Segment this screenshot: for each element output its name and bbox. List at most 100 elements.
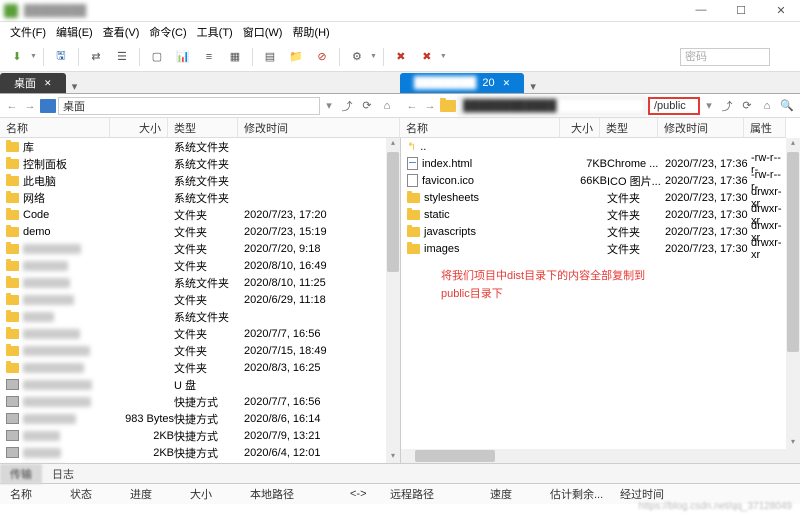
col-type[interactable]: 类型 <box>168 118 238 138</box>
table-row[interactable]: demo文件夹2020/7/23, 15:19 <box>0 223 400 240</box>
home-icon[interactable]: ⌂ <box>378 97 396 115</box>
folder-icon[interactable] <box>440 100 456 112</box>
scroll-up-icon[interactable]: ▴ <box>386 138 400 150</box>
table-row[interactable]: 文件夹2020/7/15, 18:49 <box>0 342 400 359</box>
table-row[interactable]: 2KB快捷方式2020/6/4, 12:01 <box>0 444 400 461</box>
menu-window[interactable]: 窗口(W) <box>239 22 287 42</box>
scroll-up-icon[interactable]: ▴ <box>786 138 800 150</box>
table-row[interactable]: 此电脑系统文件夹 <box>0 172 400 189</box>
local-pane[interactable]: 库系统文件夹控制面板系统文件夹此电脑系统文件夹网络系统文件夹Code文件夹202… <box>0 138 400 463</box>
square-icon[interactable]: ▢ <box>146 46 168 68</box>
col-size[interactable]: 大小 <box>110 118 168 138</box>
gear-icon[interactable]: ⚙ <box>346 46 368 68</box>
col-mtime[interactable]: 修改时间 <box>658 118 744 138</box>
scroll-thumb[interactable] <box>787 152 799 352</box>
scroll-down-icon[interactable]: ▾ <box>786 437 800 449</box>
menu-tools[interactable]: 工具(T) <box>193 22 237 42</box>
delete-icon[interactable]: ✖ <box>416 46 438 68</box>
table-row[interactable]: 983 Bytes快捷方式2020/8/6, 16:14 <box>0 410 400 427</box>
table-row[interactable]: 系统文件夹2020/8/10, 11:25 <box>0 274 400 291</box>
menu-file[interactable]: 文件(F) <box>6 22 50 42</box>
table-row[interactable]: U 盘 <box>0 376 400 393</box>
close-icon[interactable]: ✕ <box>44 78 52 89</box>
table-row[interactable]: javascripts文件夹2020/7/23, 17:30drwxr-xr <box>401 223 800 240</box>
refresh-icon[interactable]: ⟳ <box>358 97 376 115</box>
scrollbar-h[interactable] <box>401 449 786 463</box>
password-field[interactable]: 密码 <box>680 48 770 66</box>
table-row[interactable]: 系统文件夹 <box>0 308 400 325</box>
log-tab-log[interactable]: 日志 <box>42 464 84 484</box>
stats-icon[interactable]: 📊 <box>172 46 194 68</box>
scroll-down-icon[interactable]: ▾ <box>386 451 400 463</box>
close-icon[interactable]: ✕ <box>503 78 511 89</box>
table-row[interactable]: static文件夹2020/7/23, 17:30drwxr-xr <box>401 206 800 223</box>
file-name: 库 <box>23 139 34 155</box>
scrollbar-v[interactable]: ▴ ▾ <box>386 138 400 463</box>
table-row[interactable]: Code文件夹2020/7/23, 17:20 <box>0 206 400 223</box>
up-button[interactable]: ⤴ <box>338 97 356 115</box>
table-row[interactable]: ↰.. <box>401 138 800 155</box>
col-type[interactable]: 类型 <box>600 118 658 138</box>
menu-view[interactable]: 查看(V) <box>99 22 144 42</box>
folder-icon[interactable]: 📁 <box>285 46 307 68</box>
path-dropdown-icon[interactable]: ▾ <box>322 99 336 112</box>
remote-pane[interactable]: ↰..index.html7KBChrome ...2020/7/23, 17:… <box>400 138 800 463</box>
remote-tab[interactable]: ████████ 20 ✕ <box>400 73 524 93</box>
stop-icon[interactable]: ⊘ <box>311 46 333 68</box>
table-row[interactable]: index.html7KBChrome ...2020/7/23, 17:36-… <box>401 155 800 172</box>
col-attr[interactable]: 属性 <box>744 118 786 138</box>
table-row[interactable]: images文件夹2020/7/23, 17:30drwxr-xr <box>401 240 800 257</box>
table-row[interactable]: stylesheets文件夹2020/7/23, 17:30drwxr-xr <box>401 189 800 206</box>
scroll-thumb[interactable] <box>387 152 399 272</box>
scrollbar-v[interactable]: ▴ ▾ <box>786 138 800 463</box>
grid-icon[interactable]: ▦ <box>224 46 246 68</box>
table-row[interactable]: 库系统文件夹 <box>0 138 400 155</box>
nav-back-icon[interactable]: ← <box>4 100 20 112</box>
menu-cmd[interactable]: 命令(C) <box>145 22 190 42</box>
add-tab-button[interactable]: ▾ <box>66 80 84 93</box>
table-row[interactable]: 文件夹2020/7/7, 16:56 <box>0 325 400 342</box>
nav-back-icon[interactable]: ← <box>404 100 420 112</box>
filter-icon[interactable]: ▤ <box>259 46 281 68</box>
col-name[interactable]: 名称 <box>400 118 560 138</box>
save-icon[interactable]: 🖫 <box>50 46 72 68</box>
table-row[interactable]: 2KB快捷方式2020/7/9, 13:21 <box>0 427 400 444</box>
remote-path-public[interactable]: /public <box>648 97 700 115</box>
maximize-button[interactable]: ☐ <box>726 4 756 17</box>
col-name[interactable]: 名称 <box>0 118 110 138</box>
refresh-icon[interactable]: ⟳ <box>738 97 756 115</box>
col-size[interactable]: 大小 <box>560 118 600 138</box>
nav-fwd-icon[interactable]: → <box>422 100 438 112</box>
list-icon[interactable]: ☰ <box>111 46 133 68</box>
sync-icon[interactable]: ⇄ <box>85 46 107 68</box>
table-row[interactable]: favicon.ico66KBICO 图片...2020/7/23, 17:36… <box>401 172 800 189</box>
menu-help[interactable]: 帮助(H) <box>288 22 333 42</box>
disconnect-icon[interactable]: ✖ <box>390 46 412 68</box>
scroll-thumb[interactable] <box>415 450 495 462</box>
local-tab[interactable]: 桌面 ✕ <box>0 73 66 93</box>
remote-path-blur[interactable]: ████████████ <box>458 97 646 115</box>
drive-icon[interactable] <box>40 99 56 113</box>
add-tab-button[interactable]: ▾ <box>524 80 542 93</box>
path-dropdown-icon[interactable]: ▾ <box>702 99 716 112</box>
menu-edit[interactable]: 编辑(E) <box>52 22 97 42</box>
close-button[interactable]: ✕ <box>766 4 796 17</box>
table-row[interactable]: 769 Bytes快捷方式2020/7/20, 14:18 <box>0 461 400 463</box>
table-row[interactable]: 控制面板系统文件夹 <box>0 155 400 172</box>
table-row[interactable]: 文件夹2020/6/29, 11:18 <box>0 291 400 308</box>
connect-icon[interactable]: ⬇ <box>6 46 28 68</box>
table-row[interactable]: 网络系统文件夹 <box>0 189 400 206</box>
globe-icon[interactable]: ≡ <box>198 46 220 68</box>
log-tab-transfer[interactable]: 传输 <box>0 464 42 484</box>
local-path-box[interactable]: 桌面 <box>58 97 320 115</box>
col-mtime[interactable]: 修改时间 <box>238 118 400 138</box>
table-row[interactable]: 文件夹2020/8/10, 16:49 <box>0 257 400 274</box>
find-icon[interactable]: 🔍 <box>778 97 796 115</box>
minimize-button[interactable]: — <box>686 4 716 17</box>
home-icon[interactable]: ⌂ <box>758 97 776 115</box>
nav-fwd-icon[interactable]: → <box>22 100 38 112</box>
table-row[interactable]: 快捷方式2020/7/7, 16:56 <box>0 393 400 410</box>
table-row[interactable]: 文件夹2020/8/3, 16:25 <box>0 359 400 376</box>
up-button[interactable]: ⤴ <box>718 97 736 115</box>
table-row[interactable]: 文件夹2020/7/20, 9:18 <box>0 240 400 257</box>
